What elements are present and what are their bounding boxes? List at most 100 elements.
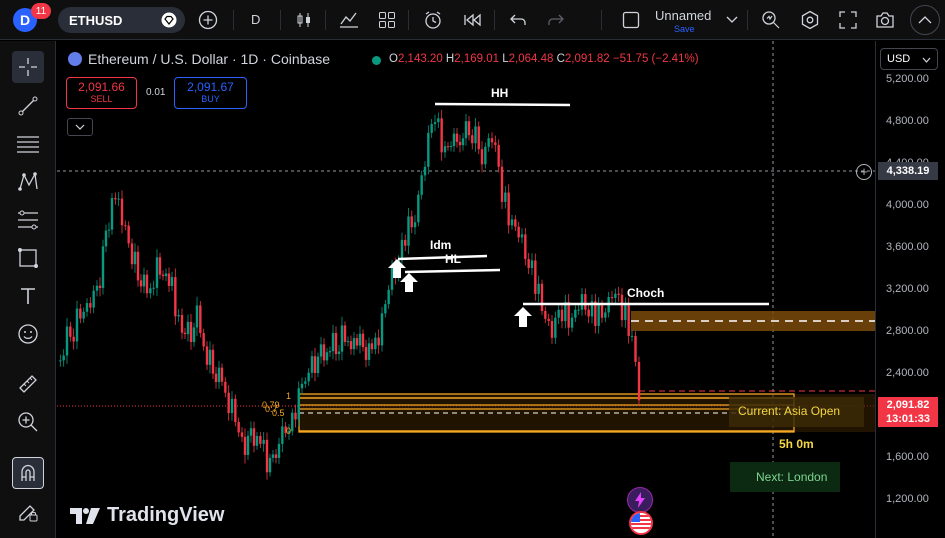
templates-grid-icon[interactable]: [377, 10, 397, 30]
us-flag-event-icon[interactable]: [629, 511, 653, 535]
currency-label: USD: [887, 53, 911, 65]
undo-icon[interactable]: [508, 10, 528, 30]
candle-body: [249, 428, 253, 436]
candle-body: [514, 219, 517, 227]
candle-body: [183, 332, 187, 335]
candle-body: [322, 344, 326, 361]
redo-icon[interactable]: [546, 10, 566, 30]
candle-body: [107, 229, 111, 231]
candle-body: [199, 305, 202, 334]
camera-icon[interactable]: [875, 10, 895, 30]
replay-icon[interactable]: [463, 10, 483, 30]
lock-pencil-icon[interactable]: [12, 496, 44, 528]
text-tool-icon[interactable]: [12, 280, 44, 312]
legend-collapse-button[interactable]: [67, 118, 93, 136]
candle-body: [437, 118, 440, 123]
candle-body: [610, 297, 614, 299]
candles-type-icon[interactable]: [294, 10, 314, 30]
toolbar-divider: [408, 10, 409, 30]
emoji-tool-icon[interactable]: [12, 318, 44, 350]
candle-body: [268, 457, 272, 473]
chart-pane[interactable]: HH Idm HL Choch 1 0.79 0.7 0.5 0 Current…: [57, 41, 875, 538]
fullscreen-icon[interactable]: [838, 10, 858, 30]
candle-body: [554, 317, 557, 338]
candle-body: [117, 198, 120, 200]
magnet-icon[interactable]: [12, 457, 44, 489]
symbol-search-button[interactable]: ETHUSD: [58, 7, 185, 33]
buy-button[interactable]: 2,091.67 BUY: [174, 77, 247, 109]
layout-save-link[interactable]: Save: [674, 24, 695, 34]
candle-body: [180, 314, 184, 333]
pattern-tool-icon[interactable]: [12, 166, 44, 198]
candle-body: [192, 327, 196, 343]
choch-label: Choch: [627, 286, 665, 300]
candle-body: [202, 333, 205, 347]
settings-hexagon-icon[interactable]: [800, 10, 820, 30]
candle-body: [300, 383, 304, 389]
candle-body: [155, 257, 159, 288]
candle-body: [570, 317, 574, 328]
candle-body: [417, 194, 420, 223]
interval-button[interactable]: D: [251, 12, 260, 27]
sell-button[interactable]: 2,091.66 SELL: [66, 77, 137, 109]
rectangle-tool-icon[interactable]: [12, 242, 44, 274]
add-symbol-icon[interactable]: [198, 10, 218, 30]
alert-clock-icon[interactable]: [423, 10, 443, 30]
candle-body: [325, 352, 329, 361]
fib-tool-icon[interactable]: [12, 204, 44, 236]
candle-body: [195, 305, 199, 328]
layout-name[interactable]: Unnamed: [655, 8, 711, 23]
toolbar-divider: [494, 10, 495, 30]
chevron-down-icon: [922, 57, 931, 63]
watchlist-diamond-icon[interactable]: [159, 10, 179, 30]
candle-body: [158, 257, 162, 275]
horizontal-lines-icon[interactable]: [12, 128, 44, 160]
price-axis[interactable]: 5,200.00 4,800.00 4,400.00 4,000.00 3,60…: [875, 41, 945, 538]
candle-body: [427, 132, 430, 167]
trend-line-icon[interactable]: [12, 90, 44, 122]
tradingview-logo[interactable]: TradingView: [69, 504, 224, 527]
add-alert-plus-icon[interactable]: +: [856, 164, 872, 180]
quick-search-icon[interactable]: [761, 10, 781, 30]
lightning-event-icon[interactable]: [627, 487, 653, 513]
candle-body: [484, 146, 487, 165]
candle-body: [274, 454, 278, 458]
collapse-toolbar-icon[interactable]: [910, 5, 940, 35]
candle-body: [361, 333, 365, 348]
candle-body: [237, 421, 240, 433]
candle-body: [281, 426, 284, 444]
candle-body: [346, 341, 350, 343]
zoom-in-icon[interactable]: [12, 406, 44, 438]
candle-body: [600, 305, 604, 318]
candle-body: [440, 118, 443, 153]
currency-select[interactable]: USD: [880, 48, 938, 70]
ruler-icon[interactable]: [12, 368, 44, 400]
toolbar-divider: [747, 10, 748, 30]
candle-body: [133, 251, 137, 265]
candle-body: [227, 392, 230, 414]
indicators-icon[interactable]: [339, 10, 359, 30]
candle-body: [604, 312, 607, 318]
layout-square-icon[interactable]: [621, 10, 641, 30]
candle-body: [307, 372, 310, 382]
candle-body: [92, 290, 95, 308]
session-next-label: Next: London: [756, 470, 828, 484]
candle-body: [550, 320, 554, 338]
price-chart[interactable]: [57, 41, 875, 538]
candle-body: [174, 277, 177, 317]
candle-body: [524, 234, 527, 260]
crosshair-icon[interactable]: [12, 51, 44, 83]
last-price-label: 2,091.82 13:01:33: [878, 397, 938, 427]
candle-body: [271, 454, 275, 458]
candle-body: [497, 145, 500, 167]
candle-body: [234, 398, 237, 422]
candle-body: [474, 126, 477, 144]
chevron-down-icon[interactable]: [722, 10, 742, 30]
candle-body: [59, 360, 62, 362]
candle-body: [145, 274, 149, 294]
candle-body: [349, 341, 353, 350]
candle-body: [82, 311, 85, 319]
candle-body: [310, 356, 314, 373]
symbol-legend[interactable]: Ethereum / U.S. Dollar · 1D · Coinbase: [68, 51, 330, 67]
candle-body: [224, 381, 227, 393]
